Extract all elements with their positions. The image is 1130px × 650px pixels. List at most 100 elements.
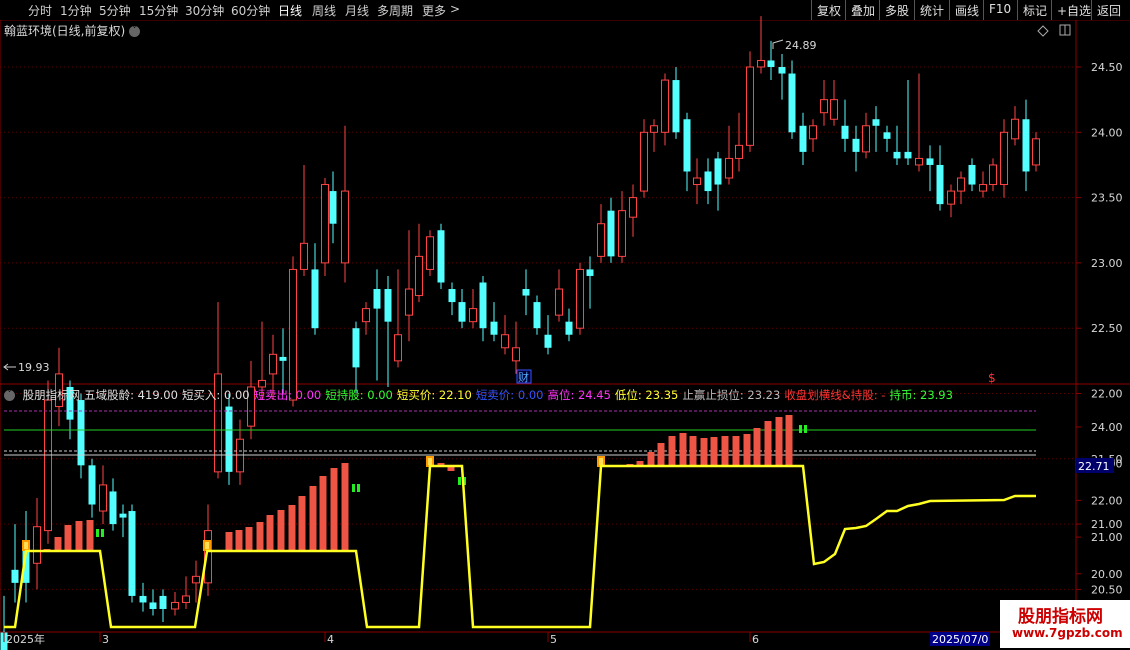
candle-up (300, 242, 308, 270)
candle-up (650, 125, 658, 133)
period-tab-2[interactable]: 5分钟 (99, 2, 131, 19)
toolbar-button-1[interactable]: 叠加 (845, 0, 879, 20)
period-tab-8[interactable]: 月线 (345, 2, 369, 19)
period-tab-0[interactable]: 分时 (28, 2, 52, 19)
candle-up (192, 575, 200, 584)
candle-up (629, 197, 637, 218)
indicator-value-1: 五域股龄: 419.00 (84, 388, 178, 402)
candle-up (661, 79, 669, 133)
time-label: 5 (550, 633, 557, 646)
price-chart-title[interactable]: 翰蓝环境(日线,前复权) ˅ (4, 22, 141, 39)
kline-chart[interactable]: 24.50 24.00 23.50 23.00 22.50 22.00 21.50 21.00… (0, 0, 1130, 650)
candle-down (672, 80, 680, 133)
period-tab-6[interactable]: 日线 (278, 2, 302, 19)
sell-mark-left (96, 529, 99, 537)
indicator-value-9: 止赢止损位: 23.23 (682, 388, 781, 402)
chevron-down-icon[interactable]: ˅ (4, 390, 15, 401)
indicator-bar (266, 515, 274, 551)
entry-marker-inner (428, 458, 432, 465)
watermark-logo: 股朋指标网 www.7gpzb.com (1000, 600, 1130, 648)
chevron-down-icon[interactable]: ˅ (129, 26, 141, 37)
candle-down (778, 67, 786, 74)
candle-up (171, 601, 179, 610)
sell-mark-left (799, 425, 802, 433)
indicator-bar (700, 438, 708, 466)
ind-tick-label: 23.00 (1091, 458, 1123, 471)
toolbar-button-7[interactable]: +自选 (1051, 0, 1091, 20)
period-tab-1[interactable]: 1分钟 (60, 2, 92, 19)
indicator-bar (341, 463, 349, 551)
toolbar-button-6[interactable]: 标记 (1017, 0, 1051, 20)
candle-up (33, 526, 41, 564)
candle-down (788, 73, 796, 133)
current-value: 22.71 (1078, 460, 1110, 473)
price-tick-label: 23.00 (1091, 257, 1123, 270)
indicator-value-10: 收盘划横线&持股: - (784, 388, 886, 402)
indicator-bar (615, 465, 623, 467)
toolbar-button-8[interactable]: 返回 (1091, 0, 1130, 20)
period-tab-3[interactable]: 15分钟 (139, 2, 178, 19)
ind-tick-label: 20.00 (1091, 568, 1123, 581)
indicator-value-0: 股朋指标网 (22, 388, 81, 402)
indicator-bar (732, 436, 740, 466)
period-tab-7[interactable]: 周线 (312, 2, 336, 19)
candle-down (544, 334, 552, 348)
candle-up (735, 144, 743, 159)
current-date-box (930, 632, 990, 646)
entry-marker-inner (205, 542, 209, 549)
candle-up (640, 131, 648, 192)
toolbar-button-2[interactable]: 多股 (879, 0, 914, 20)
candle-up (362, 308, 370, 323)
indicator-value-11: 持币: 23.93 (889, 388, 953, 402)
candle-up (415, 255, 423, 297)
sell-mark-right (804, 425, 807, 433)
candle-up (746, 66, 754, 146)
candle-up (989, 164, 997, 186)
toolbar-button-3[interactable]: 统计 (914, 0, 949, 20)
candle-down (225, 406, 233, 472)
candle-up (258, 379, 266, 388)
period-tab-10[interactable]: 更多 (422, 2, 446, 19)
indicator-bar (330, 468, 338, 551)
indicator-bar (256, 522, 264, 551)
diamond-icon (1037, 25, 1049, 37)
ind-tick-label: 24.00 (1091, 421, 1123, 434)
watermark-url: www.7gpzb.com (1012, 626, 1123, 640)
toolbar-button-4[interactable]: 画线 (949, 0, 983, 20)
sell-mark-right (101, 529, 104, 537)
entry-marker (426, 456, 434, 467)
period-tab-5[interactable]: 60分钟 (231, 2, 270, 19)
candle-up (236, 438, 244, 473)
indicator-bar (319, 476, 327, 551)
candle-down (139, 595, 147, 603)
candle-up (862, 125, 870, 153)
time-label: 6 (752, 633, 759, 646)
candle-down (522, 289, 530, 296)
candle-down (883, 132, 891, 139)
indicator-title-bar: ˅ 股朋指标网 五域股龄: 419.00 短买入: 0.00 短卖出: 0.00 短持股… (4, 387, 957, 403)
candle-up (1032, 138, 1040, 166)
candle-down (893, 151, 901, 159)
candle-up (757, 59, 765, 68)
candle-down (458, 302, 466, 322)
candle-down (565, 321, 573, 335)
candle-down (437, 230, 445, 283)
more-arrow-icon[interactable]: > (450, 2, 460, 16)
candle-down (683, 119, 691, 172)
toolbar-button-5[interactable]: F10 (983, 0, 1017, 20)
period-tab-9[interactable]: 多周期 (377, 2, 413, 19)
candle-down (704, 171, 712, 192)
indicator-value-8: 低位: 23.35 (614, 388, 679, 402)
toolbar-button-0[interactable]: 复权 (811, 0, 845, 20)
candle-down (799, 125, 807, 152)
finance-marker-box (516, 369, 532, 384)
candle-up (321, 184, 329, 264)
indicator-bar (753, 428, 761, 466)
candle-down (159, 595, 167, 609)
high-marker-arrow (772, 39, 784, 49)
candle-up (512, 347, 520, 362)
price-tick-label: 21.50 (1091, 453, 1123, 466)
current-value-box (1076, 458, 1114, 473)
candle-up (597, 223, 605, 257)
period-tab-4[interactable]: 30分钟 (185, 2, 224, 19)
